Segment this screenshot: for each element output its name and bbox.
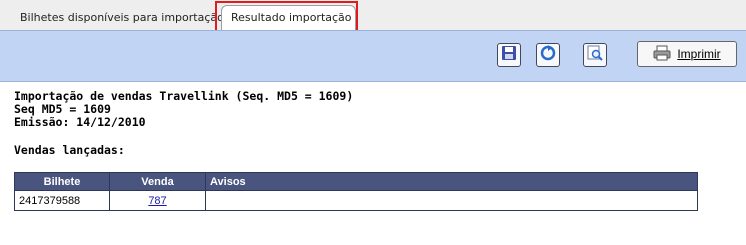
cell-venda: 787 <box>109 190 206 211</box>
sales-table: Bilhete Venda Avisos 2417379588 787 <box>14 172 698 211</box>
highlight-box <box>215 1 358 32</box>
toolbar: Imprimir <box>0 30 746 82</box>
cell-bilhete: 2417379588 <box>14 190 110 211</box>
search-icon <box>587 45 603 65</box>
header-avisos: Avisos <box>205 172 698 191</box>
save-icon <box>501 45 517 65</box>
table-row: 2417379588 787 <box>14 190 698 211</box>
save-button[interactable] <box>497 43 521 67</box>
header-venda: Venda <box>109 172 206 191</box>
printer-icon <box>653 45 671 64</box>
tab-bar: Bilhetes disponíveis para importação Res… <box>0 0 746 32</box>
venda-link[interactable]: 787 <box>148 195 166 207</box>
refresh-button[interactable] <box>536 43 560 67</box>
cell-avisos <box>205 190 698 211</box>
section-title: Vendas lançadas: <box>14 143 125 157</box>
print-label: Imprimir <box>677 47 721 61</box>
tab-bilhetes-disponiveis[interactable]: Bilhetes disponíveis para importação <box>6 7 225 29</box>
report-date: Emissão: 14/12/2010 <box>14 115 146 129</box>
print-button[interactable]: Imprimir <box>637 41 737 67</box>
refresh-icon <box>540 45 556 65</box>
report-header: Importação de vendas Travellink (Seq. MD… <box>14 90 353 129</box>
search-button[interactable] <box>583 43 607 67</box>
table-header-row: Bilhete Venda Avisos <box>14 172 698 191</box>
header-bilhete: Bilhete <box>14 172 110 191</box>
